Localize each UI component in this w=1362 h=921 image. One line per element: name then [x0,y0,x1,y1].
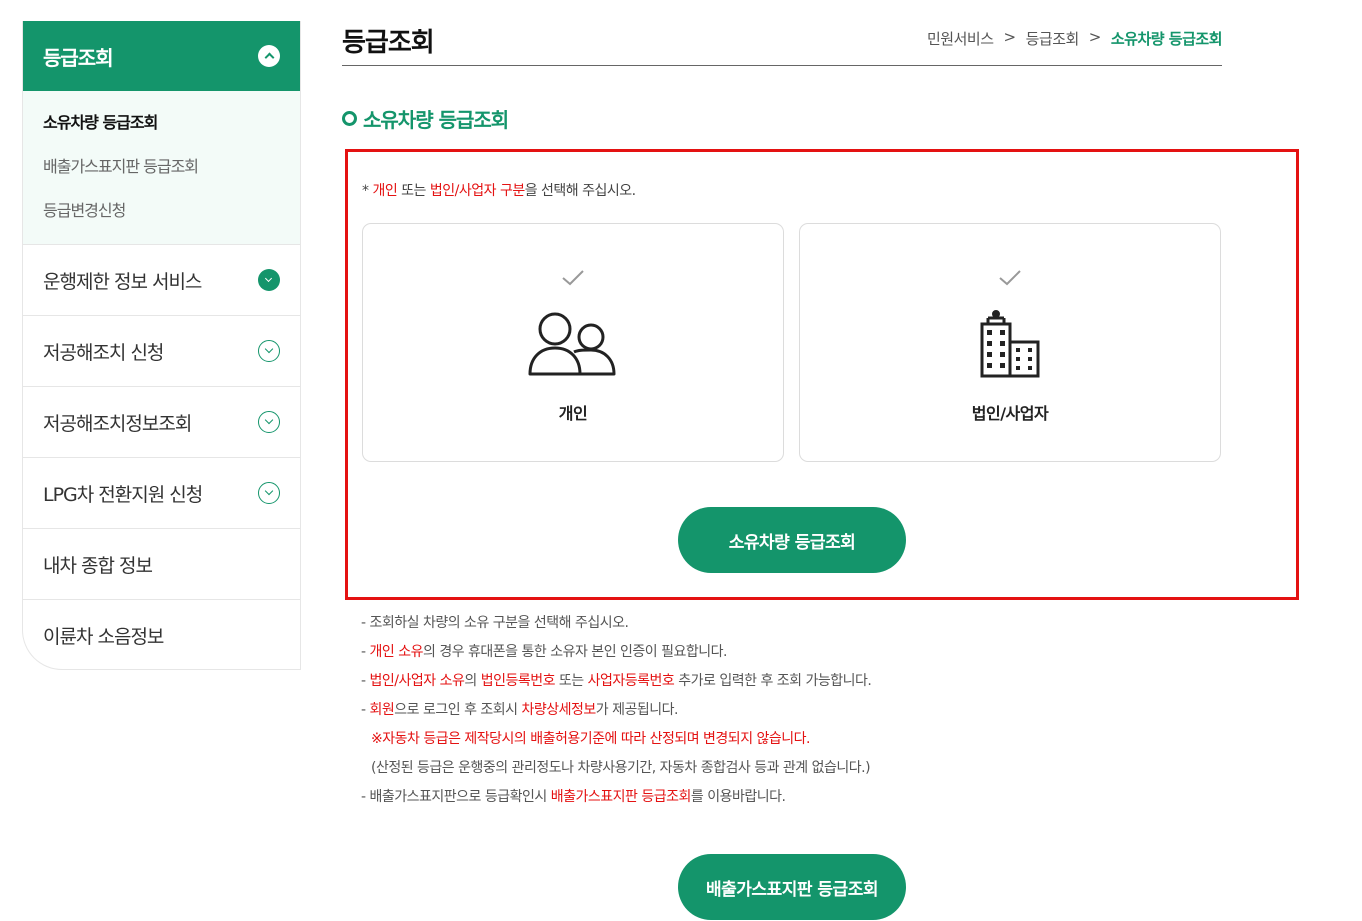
note-line: - 법인/사업자 소유의 법인등록번호 또는 사업자등록번호 추가로 입력한 후… [361,673,872,689]
note-line: - 배출가스표지판으로 등급확인시 배출가스표지판 등급조회를 이용바랍니다. [361,789,786,805]
people-icon [528,312,616,376]
sidebar-item-label: LPG차 전환지원 신청 [43,483,203,506]
breadcrumb-separator: > [1088,28,1102,46]
individual-label: 개인 [558,404,588,423]
breadcrumb-item[interactable]: 민원서비스 [927,28,994,49]
circle-bullet-icon [342,111,357,126]
chevron-down-icon [258,411,280,433]
chevron-down-icon [258,482,280,504]
emission-plate-grade-button[interactable]: 배출가스표지판 등급조회 [678,854,906,920]
sidebar-header-grade-inquiry[interactable]: 등급조회 [23,21,300,91]
submenu-item-emission-plate[interactable]: 배출가스표지판 등급조회 [43,155,280,199]
sidebar-item-low-emission-info[interactable]: 저공해조치정보조회 [23,387,300,458]
breadcrumb-current: 소유차량 등급조회 [1110,30,1223,48]
check-icon [999,270,1021,286]
chevron-down-icon [258,269,280,291]
notice-star: * [362,183,373,199]
owner-type-corporate-card[interactable]: 법인/사업자 [799,223,1221,462]
selection-notice: * 개인 또는 법인/사업자 구분을 선택해 주십시오. [362,180,636,200]
note-line: - 조회하실 차량의 소유 구분을 선택해 주십시오. [361,615,629,631]
breadcrumb: 민원서비스 > 등급조회 > 소유차량 등급조회 [927,28,1223,49]
title-divider [342,65,1222,66]
page-title: 등급조회 [342,28,435,58]
note-line-warning: ※자동차 등급은 제작당시의 배출허용기준에 따라 산정되며 변경되지 않습니다… [371,731,811,747]
notice-corporate: 법인/사업자 구분 [429,183,525,199]
notice-or: 또는 [397,183,430,199]
chevron-up-icon[interactable] [258,45,280,67]
owner-type-individual-card[interactable]: 개인 [362,223,784,462]
sidebar-header-label: 등급조회 [43,45,114,70]
sidebar-item-operation-restriction[interactable]: 운행제한 정보 서비스 [23,245,300,316]
sidebar-item-label: 저공해조치 신청 [43,341,164,364]
note-line: - 개인 소유의 경우 휴대폰을 통한 소유자 본인 인증이 필요합니다. [361,644,727,660]
submenu-item-owned-vehicle[interactable]: 소유차량 등급조회 [43,111,280,155]
chevron-down-icon [258,340,280,362]
building-icon [980,310,1040,378]
breadcrumb-item[interactable]: 등급조회 [1026,28,1080,49]
owned-vehicle-grade-search-button[interactable]: 소유차량 등급조회 [678,507,906,573]
note-line: - 회원으로 로그인 후 조회시 차량상세정보가 제공됩니다. [361,702,678,718]
note-line: (산정된 등급은 운행중의 관리정도나 차량사용기간, 자동차 종합검사 등과 … [371,760,871,776]
section-title: 소유차량 등급조회 [342,104,509,133]
sidebar-submenu: 소유차량 등급조회 배출가스표지판 등급조회 등급변경신청 [23,91,300,245]
check-icon [562,270,584,286]
corporate-label: 법인/사업자 [971,404,1049,423]
sidebar-item-label: 저공해조치정보조회 [43,412,192,435]
sidebar-item-my-car-info[interactable]: 내차 종합 정보 [23,529,300,600]
sidebar-item-motorcycle-noise[interactable]: 이륜차 소음정보 [23,600,300,669]
sidebar-item-lpg-conversion[interactable]: LPG차 전환지원 신청 [23,458,300,529]
sidebar-item-low-emission-apply[interactable]: 저공해조치 신청 [23,316,300,387]
sidebar-item-label: 이륜차 소음정보 [43,626,164,648]
section-title-text: 소유차량 등급조회 [363,108,509,132]
sidebar-nav: 등급조회 소유차량 등급조회 배출가스표지판 등급조회 등급변경신청 운행제한 … [22,21,301,670]
guide-notes: - 조회하실 차량의 소유 구분을 선택해 주십시오. - 개인 소유의 경우 … [361,612,872,815]
notice-tail: 을 선택해 주십시오. [524,183,636,199]
sidebar-item-label: 운행제한 정보 서비스 [43,270,202,293]
sidebar-item-label: 내차 종합 정보 [43,554,153,577]
notice-individual: 개인 [372,183,398,199]
submenu-item-grade-change[interactable]: 등급변경신청 [43,199,280,243]
breadcrumb-separator: > [1003,28,1017,46]
